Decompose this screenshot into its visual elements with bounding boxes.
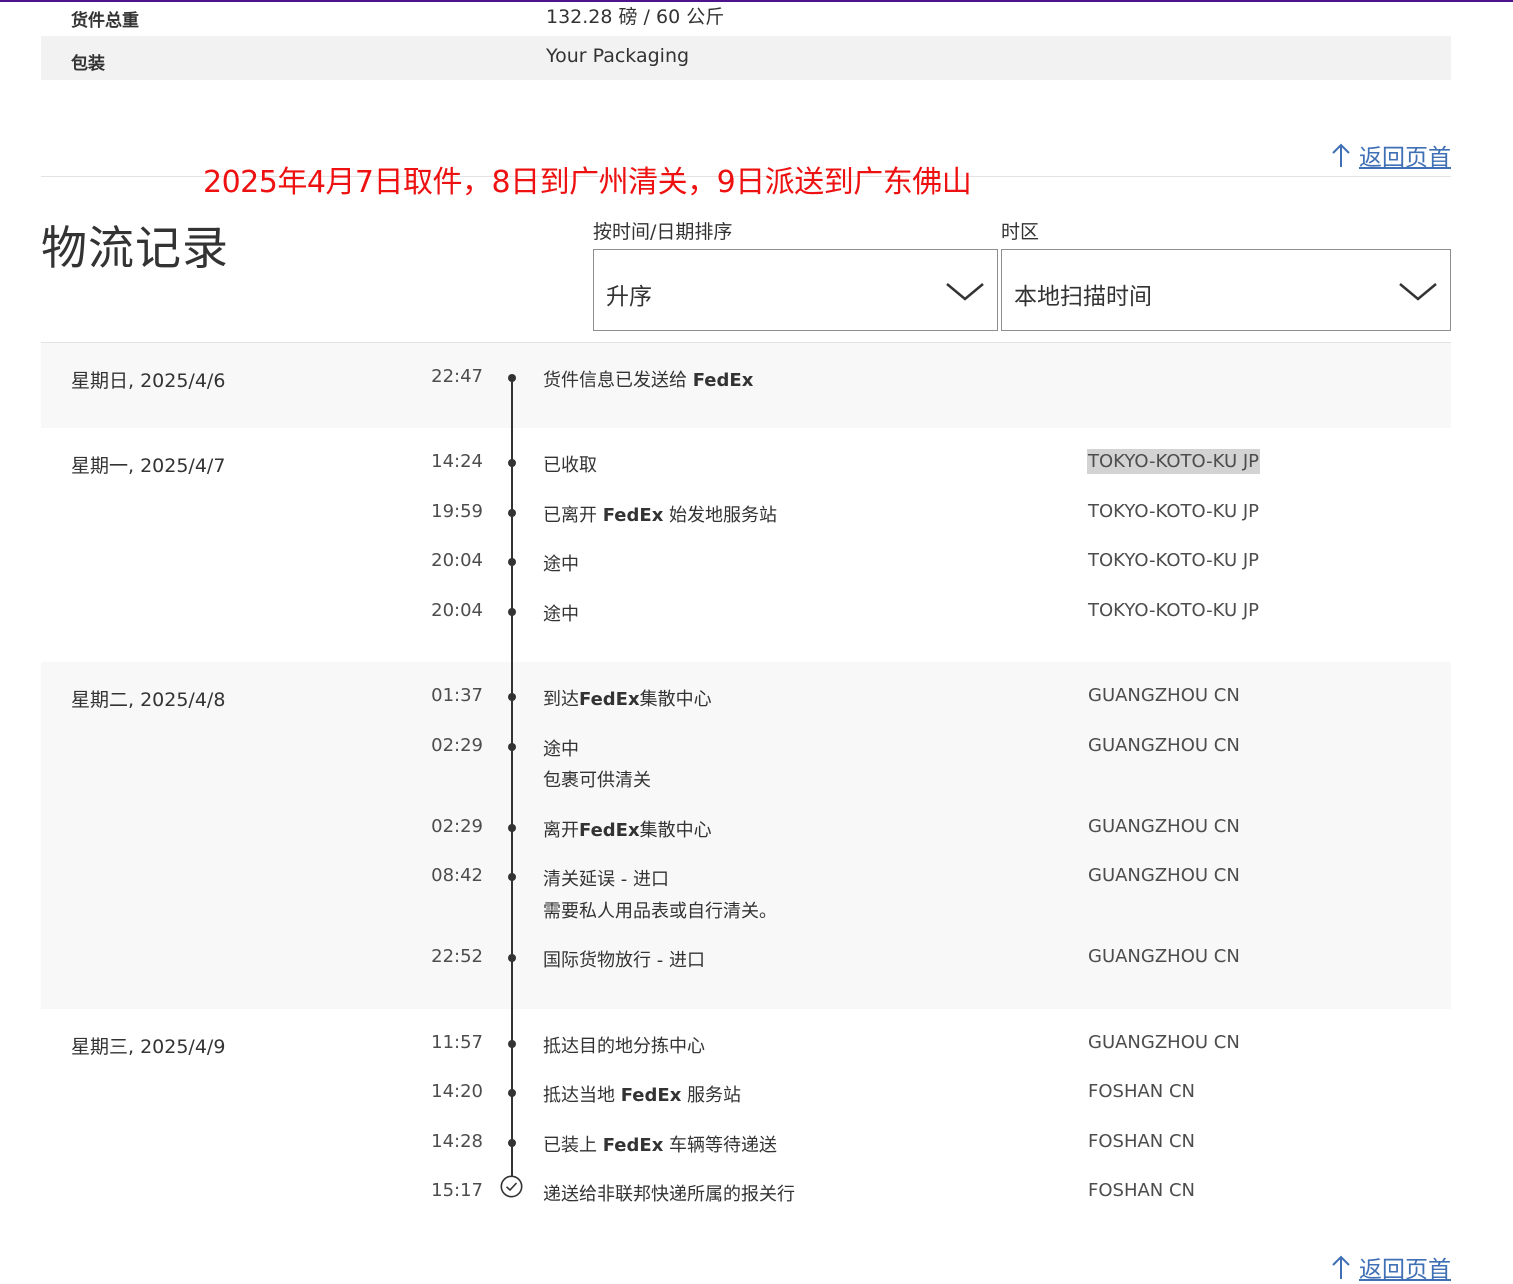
event-note: 需要私人用品表或自行清关。	[543, 901, 777, 922]
back-to-top-label: 返回页首	[1359, 145, 1451, 171]
event-time: 20:04	[431, 550, 483, 571]
event-description: 离开FedEx集散中心	[543, 820, 712, 841]
event-description: 抵达目的地分拣中心	[543, 1036, 705, 1057]
timeline-dot	[508, 374, 516, 382]
timezone-label: 时区	[1001, 221, 1040, 243]
delivered-check-icon	[500, 1175, 523, 1198]
event-location: GUANGZHOU CN	[1088, 1032, 1240, 1053]
event-time: 02:29	[431, 816, 483, 837]
arrow-up-icon	[1332, 1255, 1350, 1279]
event-location: FOSHAN CN	[1088, 1180, 1196, 1201]
event-time: 01:37	[431, 685, 483, 706]
event-location: FOSHAN CN	[1088, 1131, 1196, 1152]
event-time: 14:28	[431, 1131, 483, 1152]
packaging-label: 包装	[71, 54, 105, 74]
day-label: 星期三, 2025/4/9	[71, 1036, 226, 1058]
event-description: 国际货物放行 - 进口	[543, 950, 705, 971]
event-time: 20:04	[431, 600, 483, 621]
event-location: GUANGZHOU CN	[1088, 685, 1240, 706]
packaging-row: 包装 Your Packaging	[41, 36, 1451, 80]
event-time: 22:52	[431, 946, 483, 967]
event-description: 到达FedEx集散中心	[543, 689, 712, 710]
event-time: 15:17	[431, 1180, 483, 1201]
event-time: 19:59	[431, 501, 483, 522]
timeline-dot	[508, 459, 516, 467]
weight-row: 货件总重 132.28 磅 / 60 公斤	[41, 0, 1451, 36]
red-annotation: 2025年4月7日取件，8日到广州清关，9日派送到广东佛山	[203, 165, 972, 200]
event-description: 清关延误 - 进口	[543, 869, 669, 890]
arrow-up-icon	[1332, 143, 1350, 167]
event-time: 22:47	[431, 366, 483, 387]
timeline-dot	[508, 1089, 516, 1097]
timezone-value: 本地扫描时间	[1014, 284, 1152, 310]
event-description: 途中	[543, 604, 579, 625]
event-location: GUANGZHOU CN	[1088, 816, 1240, 837]
back-to-top-link[interactable]: 返回页首	[1331, 1250, 1451, 1284]
back-to-top-label: 返回页首	[1359, 1257, 1451, 1283]
event-location: GUANGZHOU CN	[1088, 946, 1240, 967]
sort-select[interactable]: 升序	[593, 249, 998, 331]
event-location: GUANGZHOU CN	[1088, 735, 1240, 756]
event-location: TOKYO-KOTO-KU JP	[1088, 501, 1260, 522]
timeline-dot	[508, 743, 516, 751]
weight-value: 132.28 磅 / 60 公斤	[546, 6, 725, 28]
event-location: FOSHAN CN	[1088, 1081, 1196, 1102]
timeline-dot	[508, 1139, 516, 1147]
packaging-value: Your Packaging	[546, 45, 690, 67]
event-description: 途中	[543, 739, 579, 760]
timeline-dot	[508, 824, 516, 832]
event-location: TOKYO-KOTO-KU JP	[1088, 550, 1260, 571]
chevron-down-icon	[946, 283, 984, 301]
event-note: 包裹可供清关	[543, 770, 651, 791]
sort-label: 按时间/日期排序	[593, 221, 733, 243]
timeline-dot	[508, 954, 516, 962]
event-description: 已装上 FedEx 车辆等待递送	[543, 1135, 778, 1156]
timeline-dot	[508, 608, 516, 616]
event-description: 货件信息已发送给 FedEx	[543, 370, 754, 391]
day-label: 星期日, 2025/4/6	[71, 370, 226, 392]
page-title: 物流记录	[41, 221, 229, 275]
event-location: GUANGZHOU CN	[1088, 865, 1240, 886]
day-label: 星期一, 2025/4/7	[71, 455, 226, 477]
timeline-dot	[508, 558, 516, 566]
timeline-dot	[508, 509, 516, 517]
event-time: 08:42	[431, 865, 483, 886]
event-description: 已离开 FedEx 始发地服务站	[543, 505, 778, 526]
chevron-down-icon	[1399, 283, 1437, 301]
event-description: 抵达当地 FedEx 服务站	[543, 1085, 742, 1106]
back-to-top-link[interactable]: 返回页首	[1331, 138, 1451, 172]
timezone-select[interactable]: 本地扫描时间	[1001, 249, 1451, 331]
timeline-dot	[508, 1040, 516, 1048]
event-location: TOKYO-KOTO-KU JP	[1088, 600, 1260, 621]
event-location: TOKYO-KOTO-KU JP	[1087, 449, 1261, 474]
event-description: 已收取	[543, 455, 597, 476]
timeline-dot	[508, 873, 516, 881]
event-time: 14:24	[431, 451, 483, 472]
timeline-line	[511, 378, 513, 1180]
event-time: 02:29	[431, 735, 483, 756]
weight-label: 货件总重	[71, 11, 139, 31]
sort-value: 升序	[606, 284, 652, 310]
day-label: 星期二, 2025/4/8	[71, 689, 226, 711]
event-time: 11:57	[431, 1032, 483, 1053]
event-description: 递送给非联邦快递所属的报关行	[543, 1184, 795, 1205]
event-time: 14:20	[431, 1081, 483, 1102]
event-description: 途中	[543, 554, 579, 575]
timeline-dot	[508, 693, 516, 701]
